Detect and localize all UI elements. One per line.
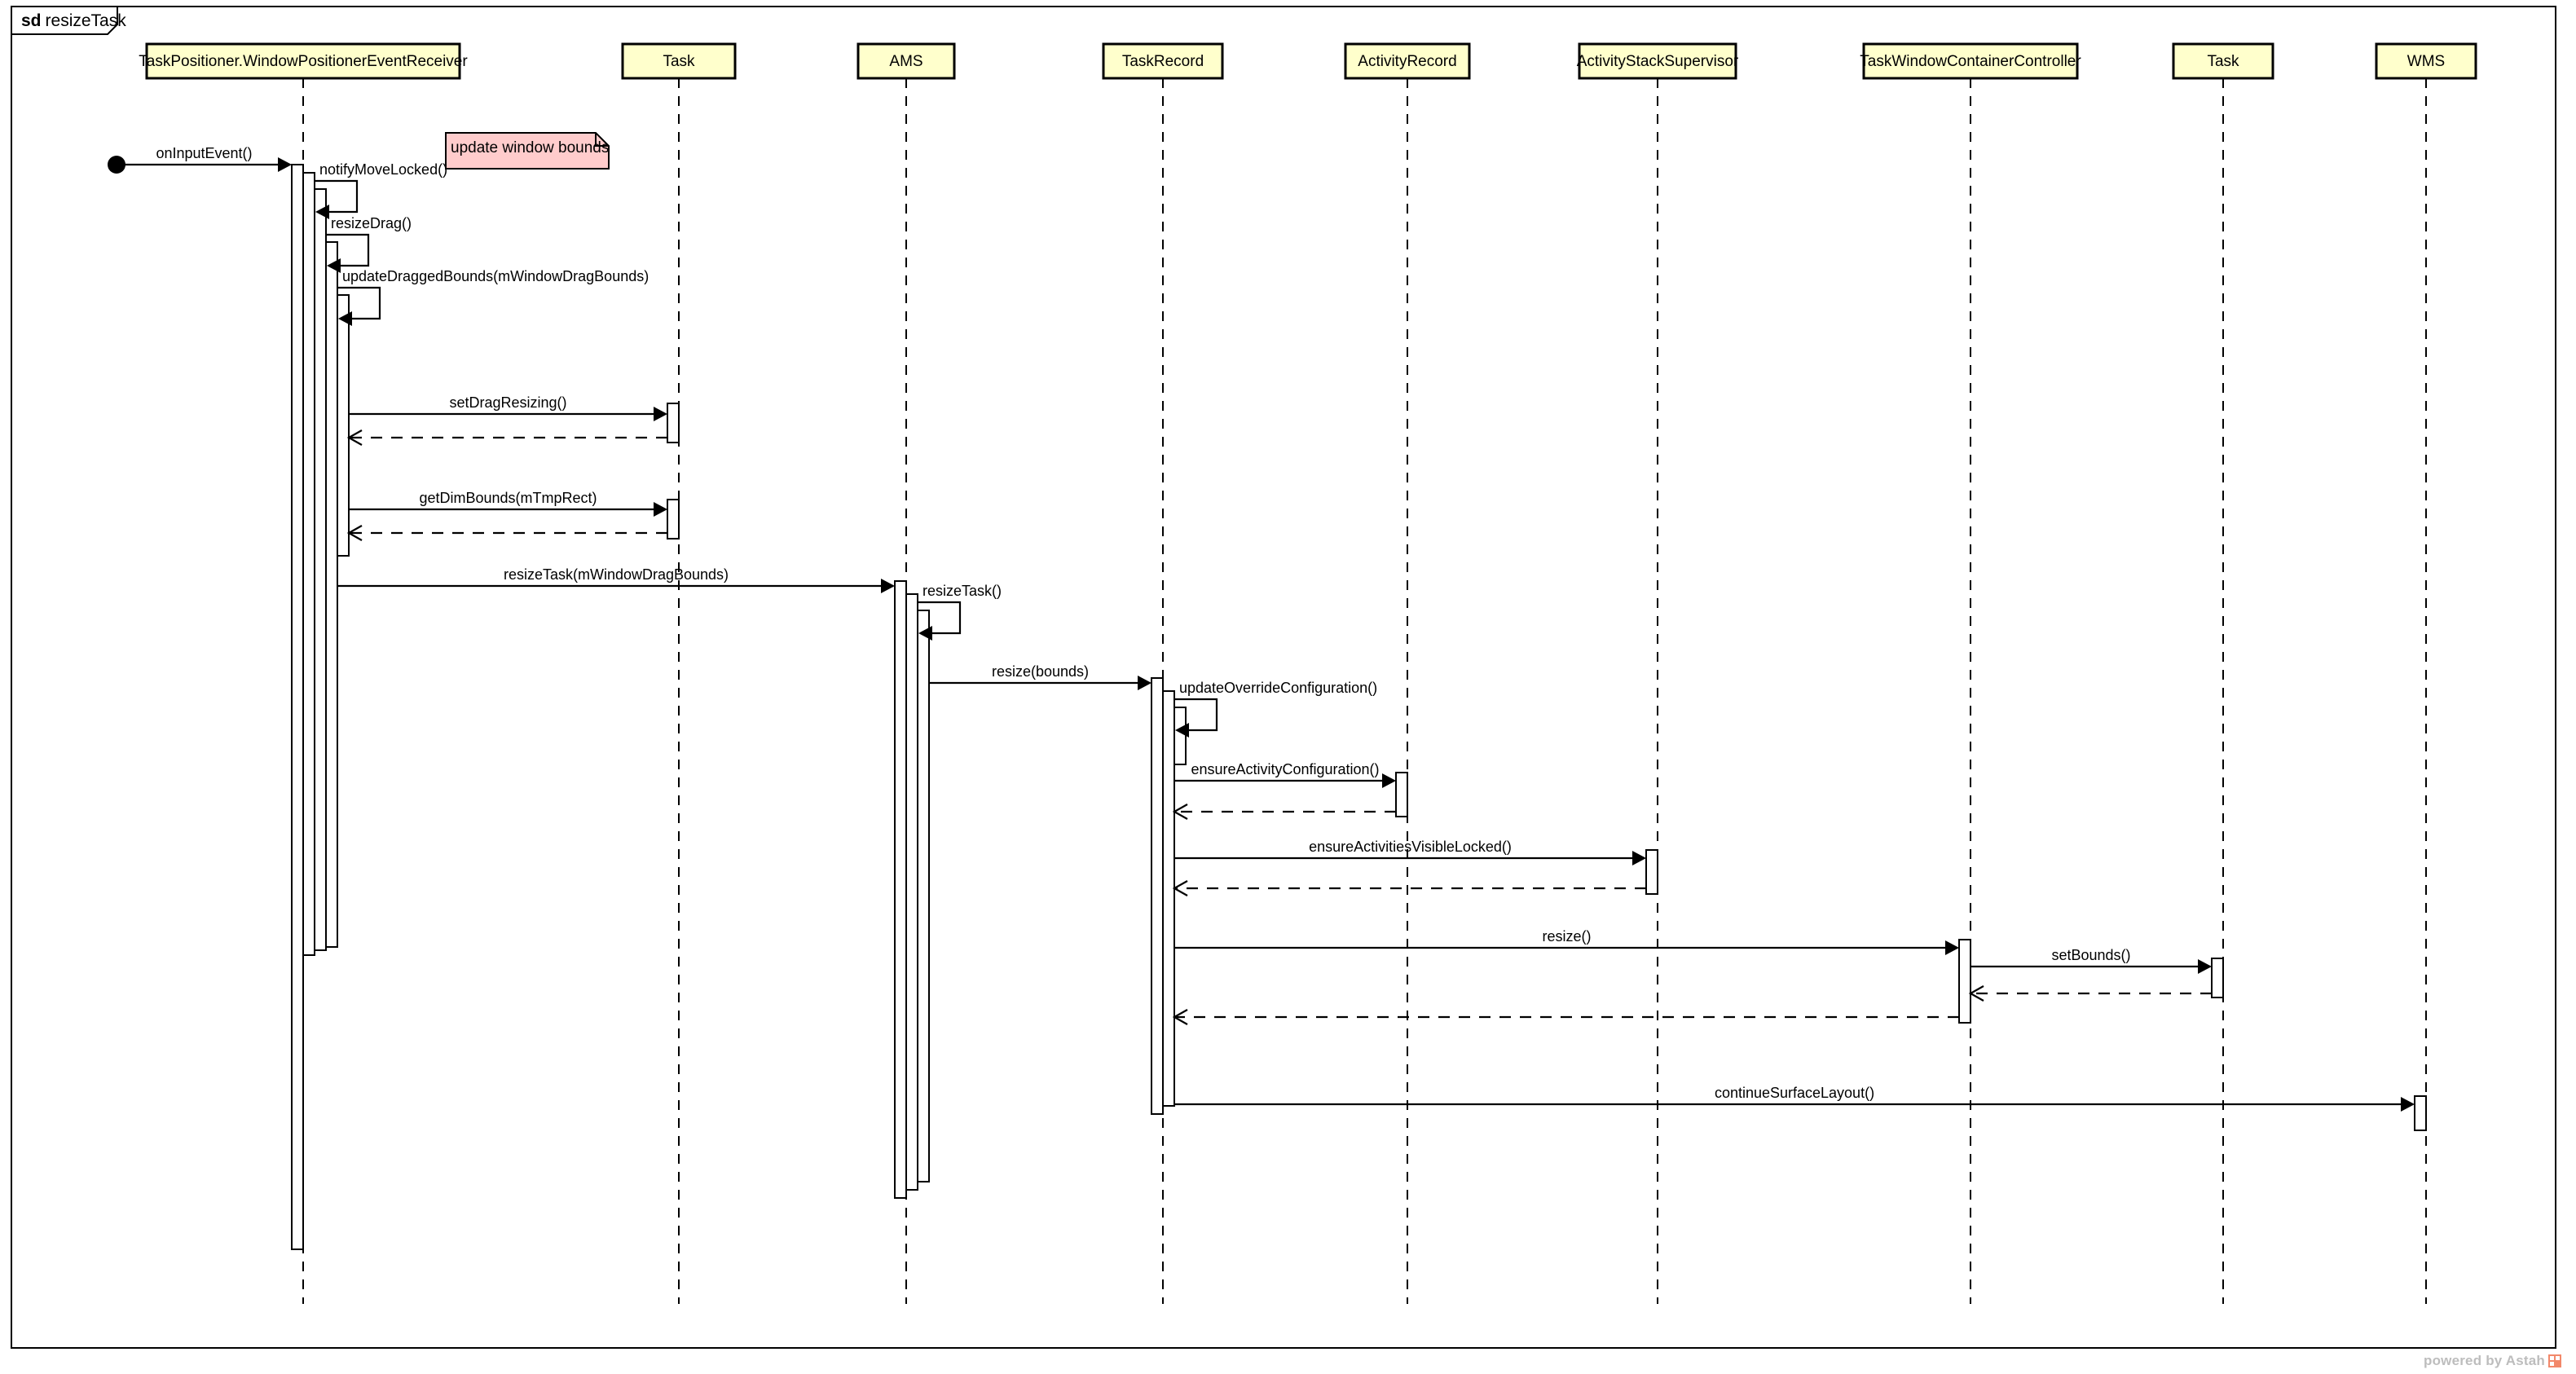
lifeline-label-twcc: TaskWindowContainerController [1860, 53, 2081, 70]
message-label: continueSurfaceLayout() [1715, 1085, 1874, 1101]
arrowhead-solid-icon [881, 579, 895, 593]
message-label: notifyMoveLocked() [319, 161, 447, 178]
message-label: resize(bounds) [992, 663, 1089, 680]
activation-bar [291, 164, 304, 1250]
message-label: resizeTask(mWindowDragBounds) [504, 566, 729, 583]
message-m16[interactable] [1172, 880, 1646, 896]
message-m17[interactable]: resize() [1174, 928, 1959, 955]
message-m2[interactable]: notifyMoveLocked() [315, 161, 447, 219]
frame-name-label: resizeTask [46, 11, 127, 30]
message-m21[interactable]: continueSurfaceLayout() [1174, 1085, 2415, 1112]
lifeline-task2[interactable]: Task [2172, 42, 2274, 1304]
message-m14[interactable] [1172, 804, 1396, 820]
diagram-frame [11, 6, 2556, 1349]
activation-bar [1395, 772, 1408, 817]
arrowhead-solid-icon [2198, 959, 2212, 974]
lifeline-label-task1: Task [663, 53, 695, 70]
activation-bar [917, 610, 930, 1182]
lifeline-label-ams: AMS [889, 53, 923, 70]
activation-bar [302, 172, 315, 956]
message-label: setDragResizing() [449, 394, 566, 411]
activation-bar [667, 403, 680, 443]
message-label: ensureActivitiesVisibleLocked() [1309, 839, 1512, 855]
message-m11[interactable]: resize(bounds) [929, 663, 1151, 690]
activation-bar [1645, 849, 1658, 895]
message-m4[interactable]: updateDraggedBounds(mWindowDragBounds) [337, 268, 649, 326]
lifelines-layer: TaskPositioner.WindowPositionerEventRece… [139, 42, 2477, 1304]
activation-bar [905, 593, 918, 1191]
message-m19[interactable] [1968, 985, 2212, 1002]
message-label: ensureActivityConfiguration() [1191, 761, 1379, 777]
message-label: getDimBounds(mTmpRect) [419, 490, 597, 506]
message-m12[interactable]: updateOverrideConfiguration() [1174, 680, 1377, 738]
arrowhead-solid-icon [1138, 676, 1151, 690]
message-m6[interactable] [346, 429, 667, 446]
message-m7[interactable]: getDimBounds(mTmpRect) [349, 490, 667, 517]
message-m3[interactable]: resizeDrag() [326, 215, 412, 273]
lifeline-twcc[interactable]: TaskWindowContainerController [1860, 42, 2081, 1304]
lifeline-label-wms: WMS [2407, 53, 2445, 70]
lifeline-activityrecord[interactable]: ActivityRecord [1344, 42, 1471, 1304]
astah-logo-icon [2548, 1354, 2561, 1367]
sequence-diagram: sd resizeTask TaskPositioner.WindowPositi… [11, 6, 2556, 1349]
message-m9[interactable]: resizeTask(mWindowDragBounds) [337, 566, 895, 593]
lifeline-task1[interactable]: Task [621, 42, 737, 1304]
message-label: resizeTask() [923, 583, 1002, 599]
note-layer: update window bounds [445, 132, 610, 170]
lifeline-label-ass: ActivityStackSupervisor [1577, 53, 1739, 70]
diagram-canvas: sd resizeTask TaskPositioner.WindowPositi… [0, 0, 2576, 1374]
activation-bar [1162, 690, 1175, 1107]
message-m15[interactable]: ensureActivitiesVisibleLocked() [1174, 839, 1646, 865]
message-label: setBounds() [2051, 947, 2130, 963]
frame-kind-label: sd [21, 11, 42, 30]
lifeline-label-activityrecord: ActivityRecord [1358, 53, 1456, 70]
activation-bar [325, 241, 338, 948]
lifeline-label-task2: Task [2207, 53, 2239, 70]
lifeline-taskrecord[interactable]: TaskRecord [1102, 42, 1224, 1304]
message-m10[interactable]: resizeTask() [918, 583, 1002, 641]
activation-bar [894, 580, 907, 1199]
message-label: resizeDrag() [331, 215, 412, 231]
activation-bar [337, 294, 350, 557]
activations-layer [291, 164, 2427, 1250]
arrowhead-solid-icon [654, 502, 667, 517]
message-label: onInputEvent() [156, 145, 252, 161]
arrowhead-solid-icon [654, 407, 667, 421]
arrowhead-solid-icon [2401, 1097, 2415, 1112]
lifeline-label-tp: TaskPositioner.WindowPositionerEventRece… [139, 53, 468, 70]
message-m8[interactable] [346, 525, 667, 541]
arrowhead-solid-icon [1632, 851, 1646, 865]
activation-bar [2414, 1095, 2427, 1131]
arrowhead-solid-icon [278, 157, 292, 172]
message-label: updateDraggedBounds(mWindowDragBounds) [342, 268, 649, 284]
activation-bar [1151, 677, 1164, 1115]
message-m5[interactable]: setDragResizing() [349, 394, 667, 421]
watermark-label: powered by Astah [2424, 1353, 2545, 1368]
arrowhead-solid-icon [1382, 773, 1396, 788]
arrowhead-solid-icon [1945, 940, 1959, 955]
message-m20[interactable] [1172, 1009, 1959, 1025]
frame-layer: sd resizeTask [11, 6, 2556, 1349]
activation-bar [1958, 939, 1971, 1024]
message-m13[interactable]: ensureActivityConfiguration() [1174, 761, 1396, 788]
message-label: updateOverrideConfiguration() [1179, 680, 1377, 696]
activation-bar [667, 499, 680, 539]
note-text: update window bounds [451, 139, 609, 156]
lifeline-ass[interactable]: ActivityStackSupervisor [1577, 42, 1739, 1304]
message-m18[interactable]: setBounds() [1971, 947, 2212, 974]
activation-bar [1174, 707, 1187, 765]
messages-layer: onInputEvent() notifyMoveLocked() resizeDr… [108, 145, 2415, 1112]
lifeline-label-taskrecord: TaskRecord [1122, 53, 1204, 70]
astah-watermark: powered by Astah [2424, 1353, 2561, 1369]
activation-bar [2211, 958, 2224, 998]
message-label: resize() [1542, 928, 1591, 945]
message-m1[interactable]: onInputEvent() [117, 145, 292, 172]
activation-bar [314, 188, 327, 951]
